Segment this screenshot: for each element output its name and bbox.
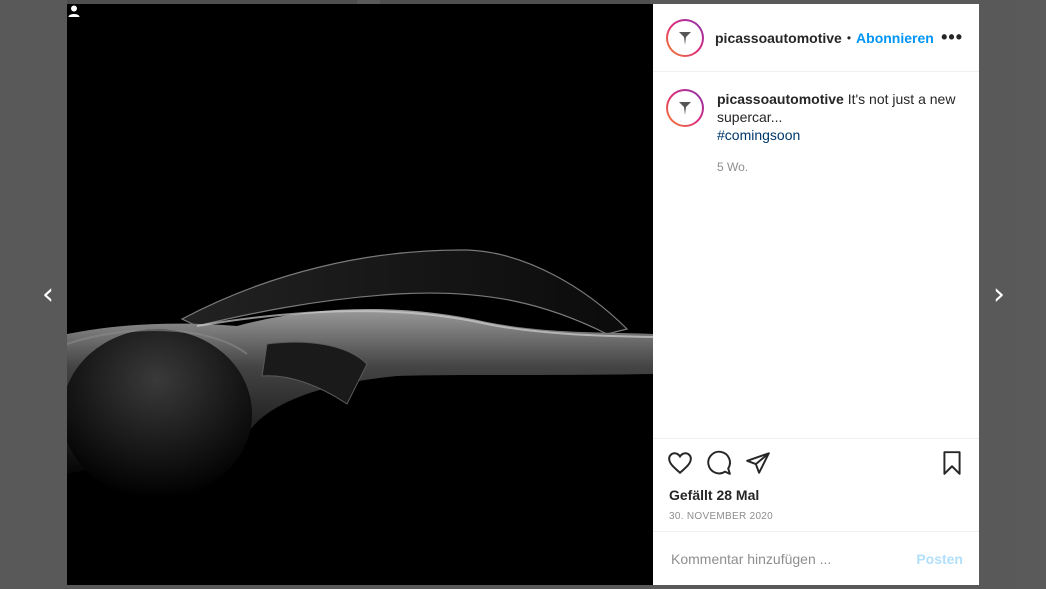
chevron-left-icon[interactable]: ‹: [33, 280, 63, 310]
avatar[interactable]: [666, 89, 704, 127]
action-bar: [653, 439, 979, 477]
chevron-right-icon[interactable]: ›: [984, 280, 1014, 310]
share-send-icon[interactable]: [745, 450, 771, 476]
post-date[interactable]: 30. NOVEMBER 2020: [653, 503, 979, 522]
post-modal: picassoautomotive • Abonnieren ••• picas…: [67, 4, 979, 585]
separator-dot: •: [846, 30, 852, 45]
actions-section: Gefällt 28 Mal 30. NOVEMBER 2020: [653, 438, 979, 522]
comment-icon[interactable]: [706, 450, 732, 476]
comment-input[interactable]: [669, 549, 917, 568]
supercar-silhouette-image: [67, 249, 653, 499]
picasso-logo-icon: [679, 31, 691, 45]
comment-form: Posten: [653, 531, 979, 585]
post-comment-button[interactable]: Posten: [916, 551, 963, 567]
more-options-icon[interactable]: •••: [941, 27, 963, 48]
hashtag-link[interactable]: #comingsoon: [717, 126, 957, 144]
user-tag-icon[interactable]: [67, 4, 81, 18]
post-author-username[interactable]: picassoautomotive: [715, 30, 842, 46]
bookmark-icon[interactable]: [939, 450, 965, 476]
follow-button[interactable]: Abonnieren: [856, 30, 934, 46]
like-heart-icon[interactable]: [667, 450, 693, 476]
caption-timestamp[interactable]: 5 Wo.: [717, 158, 957, 176]
post-image[interactable]: [67, 4, 653, 585]
picasso-logo-icon: [679, 102, 691, 115]
likes-count[interactable]: Gefällt 28 Mal: [653, 477, 979, 503]
post-header: picassoautomotive • Abonnieren •••: [653, 4, 979, 72]
avatar[interactable]: [666, 19, 704, 57]
post-side-panel: picassoautomotive • Abonnieren ••• picas…: [653, 4, 979, 585]
caption-username[interactable]: picassoautomotive: [717, 91, 844, 107]
post-caption: picassoautomotive It's not just a new su…: [653, 72, 979, 176]
